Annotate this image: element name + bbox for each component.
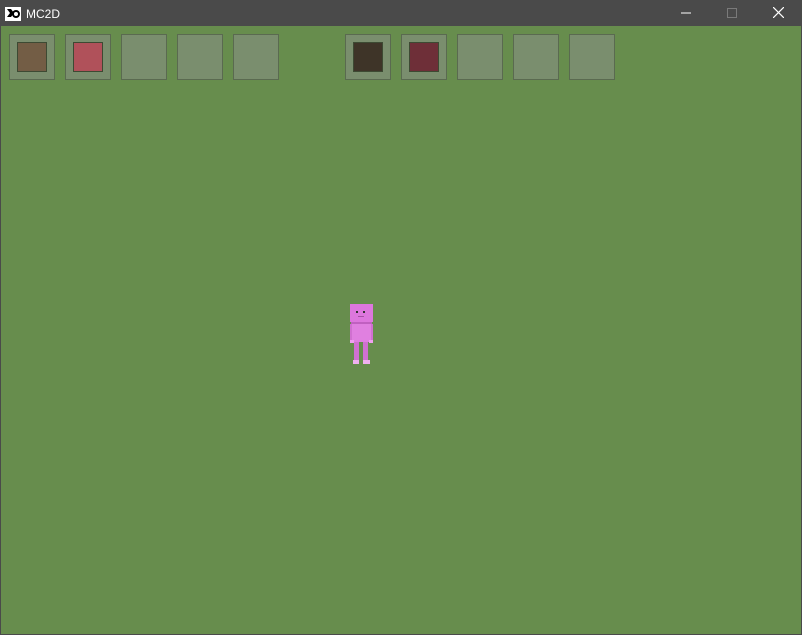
hotbar-left-slot-1[interactable] [9, 34, 55, 80]
mc2d-logo-icon [5, 6, 21, 22]
hotbar-right-slot-2[interactable] [401, 34, 447, 80]
game-canvas[interactable] [1, 26, 801, 634]
close-icon [772, 5, 784, 23]
hotbar-right-slot-5[interactable] [569, 34, 615, 80]
maximize-icon [727, 5, 737, 23]
game-window: MC2D [0, 0, 802, 635]
hotbar-left-slot-3[interactable] [121, 34, 167, 80]
item-block-icon [73, 42, 103, 72]
window-title: MC2D [26, 6, 61, 21]
hotbar-right-slot-3[interactable] [457, 34, 503, 80]
minimize-button[interactable] [663, 1, 709, 26]
hotbar-left-slot-2[interactable] [65, 34, 111, 80]
hotbar-right-slot-4[interactable] [513, 34, 559, 80]
minimize-icon [681, 5, 691, 23]
hotbar-right-slot-1[interactable] [345, 34, 391, 80]
item-block-icon [409, 42, 439, 72]
hotbar-left-slot-5[interactable] [233, 34, 279, 80]
item-block-icon [17, 42, 47, 72]
close-button[interactable] [755, 1, 801, 26]
item-block-icon [353, 42, 383, 72]
player-character [350, 304, 374, 366]
hotbar-left-slot-4[interactable] [177, 34, 223, 80]
maximize-button[interactable] [709, 1, 755, 26]
title-bar[interactable]: MC2D [1, 1, 801, 26]
